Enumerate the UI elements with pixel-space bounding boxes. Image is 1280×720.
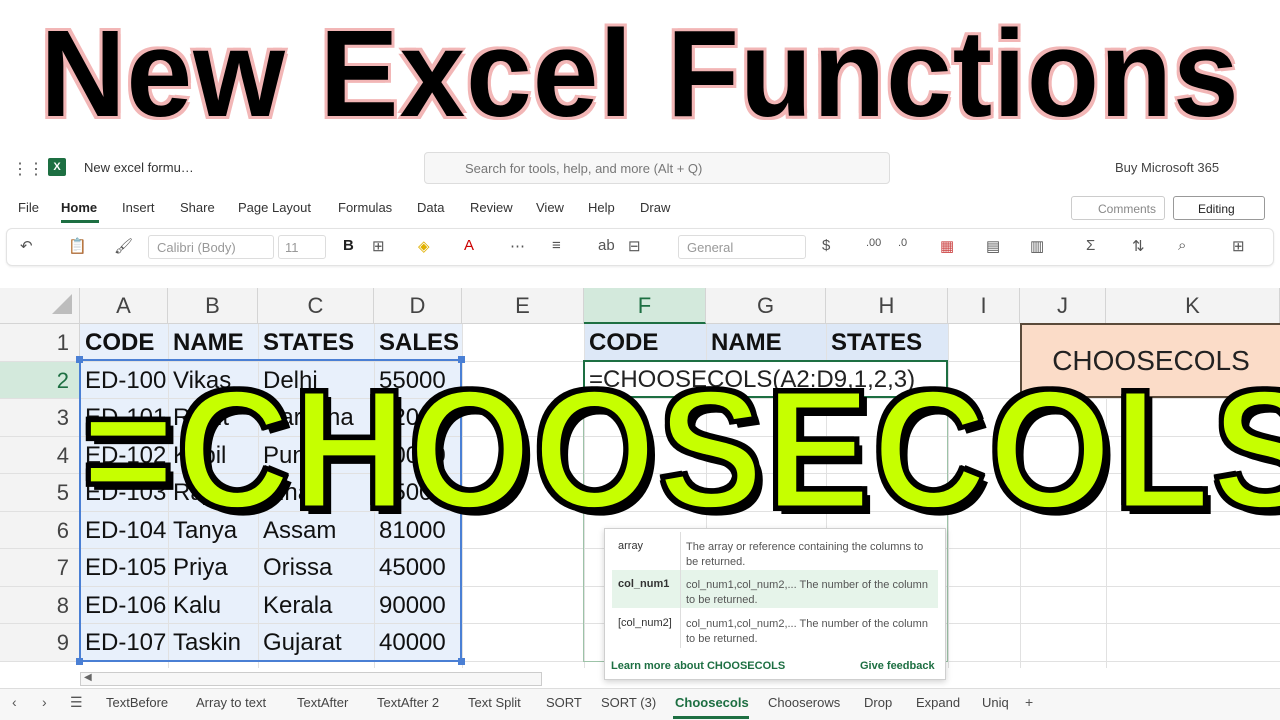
number-format-select[interactable]: General: [678, 235, 806, 259]
bold-icon[interactable]: B: [343, 237, 354, 254]
sheet-tab-expand[interactable]: Expand: [916, 695, 960, 710]
active-sheet-indicator: [673, 716, 749, 719]
row-header-7[interactable]: 7: [0, 549, 80, 587]
column-header-k[interactable]: K: [1106, 288, 1280, 324]
align-icon[interactable]: ≡: [552, 237, 561, 254]
undo-icon[interactable]: ↶: [20, 237, 33, 255]
tab-draw[interactable]: Draw: [640, 200, 670, 215]
wrap-text-icon[interactable]: ab: [598, 237, 615, 254]
sheet-tab-textbefore[interactable]: TextBefore: [106, 695, 168, 710]
tab-help[interactable]: Help: [588, 200, 615, 215]
merge-icon[interactable]: ⊟: [628, 237, 641, 255]
row-header-6[interactable]: 6: [0, 511, 80, 549]
tab-insert[interactable]: Insert: [122, 200, 155, 215]
select-all-icon: [52, 294, 72, 314]
column-header-d[interactable]: D: [374, 288, 462, 324]
tooltip-divider: [680, 532, 681, 648]
decrease-decimal-icon[interactable]: .0: [898, 237, 907, 249]
sheet-tab-choosecols[interactable]: Choosecols: [675, 695, 749, 710]
scroll-left-icon[interactable]: ◀: [84, 672, 92, 683]
row-header-5[interactable]: 5: [0, 474, 80, 512]
horizontal-scrollbar[interactable]: [80, 672, 542, 686]
autosum-icon[interactable]: Σ: [1086, 237, 1095, 254]
column-header-h[interactable]: H: [826, 288, 948, 324]
sheet-tab-sort[interactable]: SORT: [546, 695, 582, 710]
screenshot: New Excel Functions ⋮⋮⋮ X New excel form…: [0, 0, 1280, 720]
column-header-e[interactable]: E: [462, 288, 584, 324]
sheet-tab-textafter-2[interactable]: TextAfter 2: [377, 695, 439, 710]
title-banner: New Excel Functions: [0, 0, 1280, 150]
sheet-tab-drop[interactable]: Drop: [864, 695, 892, 710]
sheet-tab-text-split[interactable]: Text Split: [468, 695, 521, 710]
sheet-tab-textafter[interactable]: TextAfter: [297, 695, 348, 710]
cell-styles-icon[interactable]: ▥: [1030, 237, 1044, 255]
font-color-icon[interactable]: A: [464, 237, 474, 254]
sheet-tab-array-to-text[interactable]: Array to text: [196, 695, 266, 710]
tab-data[interactable]: Data: [417, 200, 444, 215]
app-launcher-icon[interactable]: ⋮⋮⋮: [12, 159, 60, 178]
tab-page-layout[interactable]: Page Layout: [238, 200, 311, 215]
next-sheet-icon[interactable]: ›: [42, 694, 47, 710]
find-icon[interactable]: ⌕: [1178, 237, 1186, 254]
column-header-b[interactable]: B: [168, 288, 258, 324]
conditional-format-icon[interactable]: ▦: [940, 237, 954, 255]
selection-handle[interactable]: [76, 658, 83, 665]
add-sheet-icon[interactable]: +: [1025, 694, 1033, 710]
active-tab-indicator: [61, 220, 99, 223]
sort-filter-icon[interactable]: ⇅: [1132, 237, 1145, 255]
sheet-tab-sort-3[interactable]: SORT (3): [601, 695, 656, 710]
param-name: col_num1: [618, 578, 670, 590]
param-description: col_num1,col_num2,... The number of the …: [686, 579, 928, 606]
column-header-g[interactable]: G: [706, 288, 826, 324]
document-name[interactable]: New excel formu…: [84, 160, 194, 175]
learn-more-link[interactable]: Learn more about CHOOSECOLS: [611, 660, 785, 672]
increase-decimal-icon[interactable]: .00: [866, 237, 881, 249]
sheet-tab-chooserows[interactable]: Chooserows: [768, 695, 840, 710]
tab-share[interactable]: Share: [180, 200, 215, 215]
column-header-i[interactable]: I: [948, 288, 1020, 324]
tab-review[interactable]: Review: [470, 200, 513, 215]
row-header-4[interactable]: 4: [0, 436, 80, 474]
row-header-3[interactable]: 3: [0, 399, 80, 437]
sheet-tab-uniq[interactable]: Uniq: [982, 695, 1009, 710]
fill-color-icon[interactable]: ◈: [418, 237, 430, 255]
column-header-a[interactable]: A: [80, 288, 168, 324]
give-feedback-link[interactable]: Give feedback: [860, 660, 935, 672]
banner-title: New Excel Functions: [40, 4, 1240, 144]
excel-logo-icon: X: [48, 158, 66, 176]
buy-microsoft-365-link[interactable]: Buy Microsoft 365: [1115, 160, 1219, 175]
tooltip-param-col-num1: col_num1 col_num1,col_num2,... The numbe…: [612, 570, 938, 608]
row-header-1[interactable]: 1: [0, 324, 80, 362]
tooltip-param-col-num2: [col_num2] col_num1,col_num2,... The num…: [612, 609, 938, 647]
tab-formulas[interactable]: Formulas: [338, 200, 392, 215]
comments-button[interactable]: Comments: [1071, 196, 1165, 220]
addins-icon[interactable]: ⊞: [1232, 237, 1245, 255]
param-name: [col_num2]: [618, 617, 672, 629]
column-header-c[interactable]: C: [258, 288, 374, 324]
row-header-8[interactable]: 8: [0, 586, 80, 624]
row-header-9[interactable]: 9: [0, 624, 80, 662]
more-options-icon[interactable]: ⋯: [510, 237, 525, 255]
tab-home[interactable]: Home: [61, 200, 97, 215]
editing-mode-button[interactable]: Editing: [1173, 196, 1265, 220]
tab-file[interactable]: File: [18, 200, 39, 215]
row-header-2[interactable]: 2: [0, 361, 80, 399]
column-header-f[interactable]: F: [584, 288, 706, 324]
all-sheets-menu-icon[interactable]: ☰: [70, 694, 83, 711]
param-description: col_num1,col_num2,... The number of the …: [686, 618, 928, 645]
search-input[interactable]: Search for tools, help, and more (Alt + …: [424, 152, 890, 184]
prev-sheet-icon[interactable]: ‹: [12, 694, 17, 710]
currency-icon[interactable]: $: [822, 237, 830, 254]
tab-view[interactable]: View: [536, 200, 564, 215]
column-header-j[interactable]: J: [1020, 288, 1106, 324]
font-size-select[interactable]: 11: [278, 235, 326, 259]
format-painter-icon[interactable]: 🖌: [114, 237, 133, 255]
font-name-select[interactable]: Calibri (Body): [148, 235, 274, 259]
format-table-icon[interactable]: ▤: [986, 237, 1000, 255]
borders-icon[interactable]: ⊞: [372, 237, 385, 255]
paste-icon[interactable]: 📋: [68, 237, 87, 255]
selection-handle[interactable]: [458, 658, 465, 665]
overlay-function-name: =CHOOSECOLS: [80, 355, 1280, 545]
